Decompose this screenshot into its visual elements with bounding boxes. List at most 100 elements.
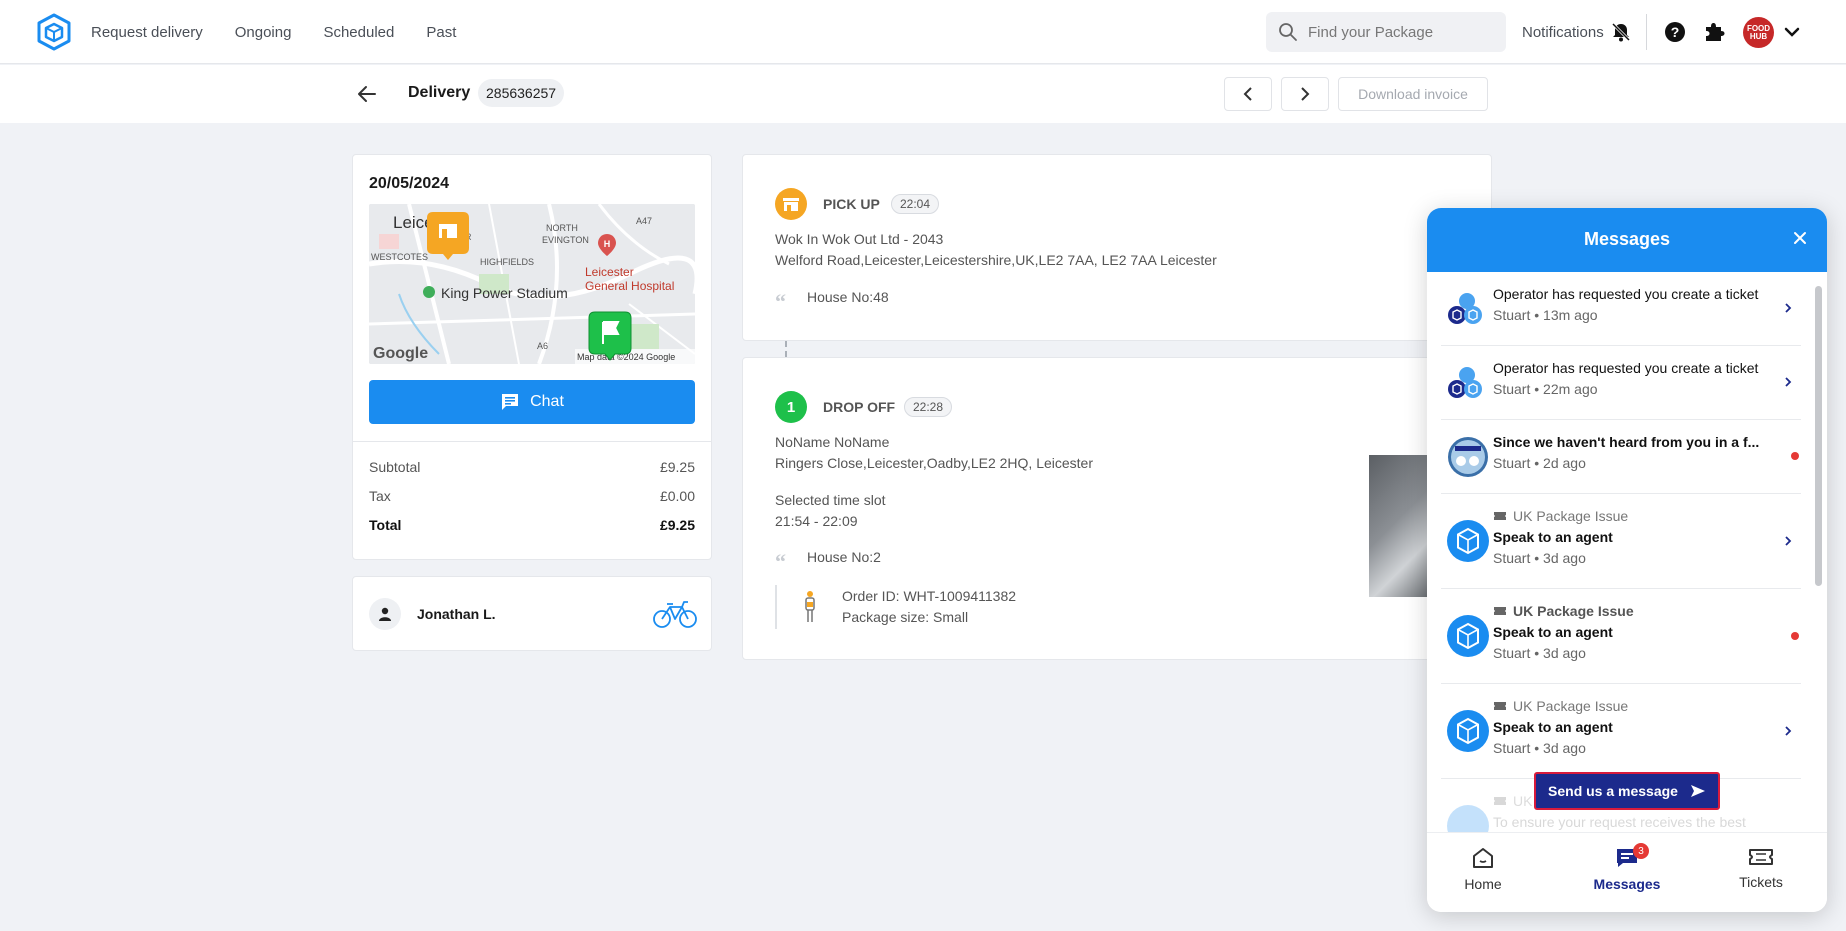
delivery-subheader: Delivery 285636257 Download invoice <box>0 65 1846 123</box>
chevron-right-icon <box>1785 303 1792 313</box>
message-text: Operator has requested you create a tick… <box>1493 360 1759 376</box>
messages-unread-badge: 3 <box>1633 843 1649 859</box>
top-navbar: Request delivery Ongoing Scheduled Past … <box>0 0 1846 64</box>
store-icon <box>775 188 807 220</box>
search-input[interactable] <box>1308 23 1488 41</box>
map-label-highfields: HIGHFIELDS <box>480 257 534 267</box>
previous-delivery-button[interactable] <box>1224 77 1272 111</box>
close-icon[interactable] <box>1792 230 1808 246</box>
nav-ongoing[interactable]: Ongoing <box>235 24 292 41</box>
back-arrow-icon[interactable] <box>356 83 378 105</box>
chat-button[interactable]: Chat <box>369 380 695 424</box>
map-label-north: NORTH <box>546 223 578 233</box>
messages-footer-tabs: Home 3 Messages Tickets <box>1427 832 1827 912</box>
nav-past[interactable]: Past <box>426 24 456 41</box>
search-icon <box>1279 23 1297 41</box>
courier-card[interactable]: Jonathan L. <box>352 576 712 651</box>
message-text: To ensure your request receives the best <box>1493 814 1746 830</box>
home-icon <box>1473 848 1493 868</box>
quote-icon: “ <box>775 549 786 574</box>
message-item[interactable]: UK Package Issue Speak to an agent Stuar… <box>1441 684 1801 779</box>
app-logo-icon[interactable] <box>34 12 74 52</box>
dropoff-step-number: 1 <box>775 391 807 423</box>
parcel-person-icon <box>805 591 815 622</box>
pickup-card: PICK UP 22:04 Wok In Wok Out Ltd - 2043 … <box>742 154 1492 341</box>
puzzle-extension-icon[interactable] <box>1702 20 1726 44</box>
message-meta: Stuart • 22m ago <box>1493 381 1598 397</box>
subtotal-row: Subtotal £9.25 <box>369 459 695 475</box>
message-text: Operator has requested you create a tick… <box>1493 286 1759 302</box>
message-meta: Stuart • 3d ago <box>1493 550 1586 566</box>
pickup-note: House No:48 <box>807 289 889 305</box>
ticket-icon <box>1749 849 1773 865</box>
dropoff-time-badge: 22:28 <box>904 397 953 417</box>
send-message-button[interactable]: Send us a message <box>1534 772 1720 810</box>
ticket-icon <box>1494 797 1506 805</box>
tab-messages[interactable]: 3 Messages <box>1577 843 1677 892</box>
message-item[interactable]: UK Package Issue Speak to an agent Stuar… <box>1441 494 1801 589</box>
dropoff-map-marker-icon <box>588 311 632 361</box>
person-icon <box>379 607 391 621</box>
message-text: Since we haven't heard from you in a f..… <box>1493 434 1760 450</box>
time-slot-label: Selected time slot <box>775 492 886 508</box>
tab-home-label: Home <box>1464 876 1502 892</box>
order-info <box>775 585 777 629</box>
subtotal-value: £9.25 <box>659 459 695 475</box>
order-summary-card: 20/05/2024 Leice CTR NORTH EVINGTON WEST… <box>352 154 712 560</box>
dropoff-card: 1 DROP OFF 22:28 NoName NoName Ringers C… <box>742 357 1493 660</box>
bicycle-icon <box>653 601 697 628</box>
chat-button-label: Chat <box>530 393 564 410</box>
delivery-id-badge: 285636257 <box>478 79 565 107</box>
message-text: Speak to an agent <box>1493 624 1613 640</box>
message-item[interactable]: UK Package Issue Speak to an agent Stuar… <box>1441 589 1801 684</box>
tab-tickets-label: Tickets <box>1739 874 1783 890</box>
route-map[interactable]: Leice CTR NORTH EVINGTON WESTCOTES HIGHF… <box>369 204 695 364</box>
stuart-avatar-icon <box>1448 437 1488 477</box>
map-label-general-hospital: General Hospital <box>585 279 674 293</box>
ticket-icon <box>1494 607 1506 615</box>
user-avatar[interactable]: FOOD HUB <box>1743 17 1774 48</box>
operator-avatar-icon <box>1448 367 1482 398</box>
package-size: Package size: Small <box>842 609 969 625</box>
order-date: 20/05/2024 <box>369 175 450 192</box>
message-item[interactable]: Since we haven't heard from you in a f..… <box>1441 420 1801 494</box>
notifications-button[interactable]: Notifications <box>1522 0 1632 64</box>
total-value: £9.25 <box>659 517 695 533</box>
unread-dot <box>1791 632 1799 640</box>
map-google-logo: Google <box>373 345 428 362</box>
chevron-down-icon[interactable] <box>1784 25 1800 39</box>
messages-panel: Messages Operator has requested you crea… <box>1427 208 1827 912</box>
scrollbar-thumb[interactable] <box>1815 286 1822 586</box>
chat-bubble-icon <box>502 394 519 410</box>
map-label-evington: EVINGTON <box>542 235 589 245</box>
chevron-right-icon <box>1785 377 1792 387</box>
package-avatar-icon <box>1447 520 1489 562</box>
help-icon[interactable]: ? <box>1664 21 1686 43</box>
total-row: Total £9.25 <box>369 517 695 533</box>
nav-request-delivery[interactable]: Request delivery <box>91 24 203 41</box>
dropoff-name: NoName NoName <box>775 434 890 450</box>
message-item[interactable]: Operator has requested you create a tick… <box>1441 272 1801 346</box>
message-text: Speak to an agent <box>1493 719 1613 735</box>
package-avatar-icon <box>1447 615 1489 657</box>
pickup-time-badge: 22:04 <box>891 194 940 214</box>
message-category: UK Package Issue <box>1493 508 1628 524</box>
message-item[interactable]: Operator has requested you create a tick… <box>1441 346 1801 420</box>
svg-text:?: ? <box>1671 24 1680 40</box>
chevron-left-icon <box>1243 87 1252 101</box>
send-arrow-icon <box>1690 785 1705 797</box>
map-label-westcotes: WESTCOTES <box>371 252 428 262</box>
tab-tickets[interactable]: Tickets <box>1711 847 1811 890</box>
next-delivery-button[interactable] <box>1281 77 1329 111</box>
tax-row: Tax £0.00 <box>369 488 695 504</box>
tax-label: Tax <box>369 488 391 504</box>
package-search[interactable] <box>1266 12 1506 52</box>
ticket-icon <box>1494 702 1506 710</box>
messages-scrollbar[interactable] <box>1814 278 1823 834</box>
download-invoice-button[interactable]: Download invoice <box>1338 77 1488 111</box>
tab-home[interactable]: Home <box>1433 847 1533 892</box>
messages-title: Messages <box>1583 229 1671 249</box>
message-category: UK Package Issue <box>1493 698 1628 714</box>
package-avatar-icon <box>1447 710 1489 752</box>
nav-scheduled[interactable]: Scheduled <box>323 24 394 41</box>
